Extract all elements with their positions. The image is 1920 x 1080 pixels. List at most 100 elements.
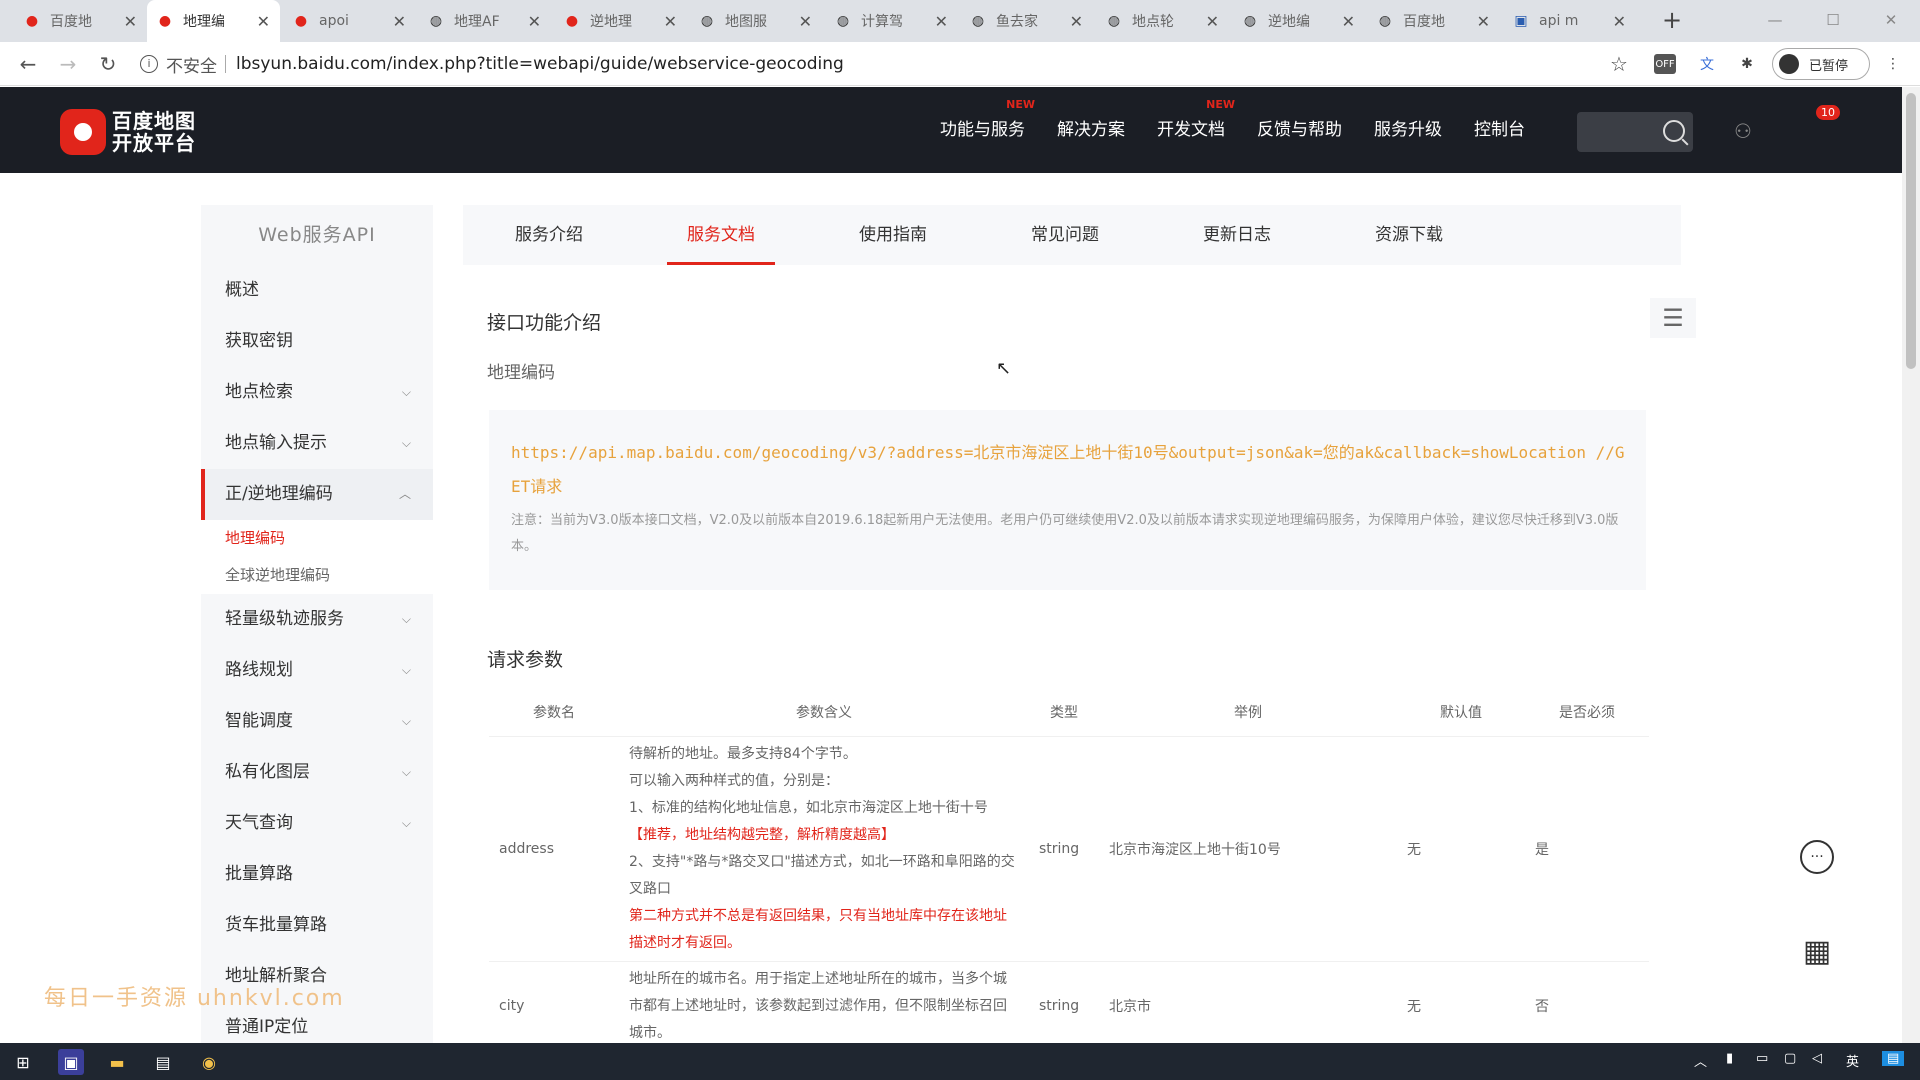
- close-tab-icon[interactable]: ✕: [799, 12, 812, 31]
- tab-title: 地理AF: [454, 14, 500, 30]
- sidebar-subitem[interactable]: 全球逆地理编码: [201, 557, 433, 594]
- close-tab-icon[interactable]: ✕: [393, 12, 406, 31]
- chevron-down-icon: ⌵: [401, 663, 411, 677]
- sidebar-item[interactable]: 地点检索 ⌵: [201, 367, 433, 418]
- browser-tab[interactable]: ◍ 地点轮 ✕: [1096, 0, 1229, 42]
- sidebar-item[interactable]: 获取密钥: [201, 316, 433, 367]
- baidu-map-logo[interactable]: 百度地图 开放平台: [60, 109, 196, 155]
- content-tab[interactable]: 服务文档: [635, 205, 807, 265]
- content-tab[interactable]: 常见问题: [979, 205, 1151, 265]
- content-tab[interactable]: 使用指南: [807, 205, 979, 265]
- version-note: 注意：当前为V3.0版本接口文档，V2.0及以前版本自2019.6.18起新用户…: [511, 513, 1619, 554]
- globe-icon: ◍: [1378, 13, 1392, 29]
- tray-network-icon[interactable]: ▢: [1784, 1051, 1796, 1066]
- content-tab[interactable]: 更新日志: [1151, 205, 1323, 265]
- tray-chevron-icon[interactable]: ︿: [1694, 1051, 1707, 1070]
- browser-tab[interactable]: ▣ api m ✕: [1503, 0, 1636, 42]
- close-tab-icon[interactable]: ✕: [664, 12, 677, 31]
- new-badge: NEW: [1006, 98, 1035, 111]
- content-tab[interactable]: 服务介绍: [463, 205, 635, 265]
- browser-tab[interactable]: ◍ 逆地编 ✕: [1232, 0, 1365, 42]
- sidebar-item[interactable]: 货车批量算路: [201, 900, 433, 951]
- sidebar-subitem[interactable]: 地理编码: [201, 520, 433, 557]
- nav-item[interactable]: 开发文档 NEW: [1157, 87, 1235, 173]
- tray-battery-icon[interactable]: ▭: [1756, 1051, 1768, 1066]
- sidebar-item[interactable]: 天气查询 ⌵: [201, 798, 433, 849]
- content-tab[interactable]: 资源下载: [1323, 205, 1495, 265]
- close-tab-icon[interactable]: ✕: [528, 12, 541, 31]
- sidebar-item[interactable]: 地点输入提示 ⌵: [201, 418, 433, 469]
- browser-tab[interactable]: ● apoi ✕: [283, 0, 416, 42]
- close-tab-icon[interactable]: ✕: [124, 12, 137, 31]
- tray-ime-icon[interactable]: 英: [1846, 1051, 1859, 1070]
- translate-icon[interactable]: 文: [1694, 52, 1720, 76]
- windows-start-icon[interactable]: ⊞: [10, 1049, 36, 1075]
- browser-tab[interactable]: ◍ 地理AF ✕: [418, 0, 551, 42]
- close-tab-icon[interactable]: ✕: [257, 12, 270, 31]
- extension-off-icon[interactable]: OFF: [1654, 54, 1676, 74]
- forward-icon[interactable]: →: [54, 50, 82, 78]
- notification-badge[interactable]: 10: [1816, 105, 1840, 120]
- extensions-puzzle-icon[interactable]: ✱: [1734, 52, 1760, 76]
- close-tab-icon[interactable]: ✕: [1342, 12, 1355, 31]
- sidebar-item[interactable]: 私有化图层 ⌵: [201, 747, 433, 798]
- chevron-down-icon: ⌵: [401, 714, 411, 728]
- close-window-icon[interactable]: ✕: [1868, 0, 1914, 42]
- maximize-icon[interactable]: ☐: [1810, 0, 1856, 42]
- toc-toggle-icon[interactable]: ☰: [1650, 298, 1696, 338]
- site-search-input[interactable]: [1577, 112, 1693, 152]
- close-tab-icon[interactable]: ✕: [1070, 12, 1083, 31]
- close-tab-icon[interactable]: ✕: [1477, 12, 1490, 31]
- new-tab-button[interactable]: +: [1657, 6, 1687, 36]
- param-default: 无: [1397, 735, 1525, 961]
- browser-tab[interactable]: ◍ 地图服 ✕: [689, 0, 822, 42]
- baidu-map-pin-icon: ●: [294, 13, 308, 29]
- close-tab-icon[interactable]: ✕: [1613, 12, 1626, 31]
- close-tab-icon[interactable]: ✕: [935, 12, 948, 31]
- tray-notification-icon[interactable]: ▤: [1882, 1051, 1905, 1066]
- nav-item[interactable]: 控制台: [1474, 87, 1525, 173]
- close-tab-icon[interactable]: ✕: [1206, 12, 1219, 31]
- sidebar-item[interactable]: 概述: [201, 265, 433, 316]
- search-icon[interactable]: [1663, 120, 1685, 142]
- tab-title: 百度地: [1403, 14, 1445, 30]
- info-icon[interactable]: i: [140, 55, 158, 73]
- reload-icon[interactable]: ↻: [94, 50, 122, 78]
- browser-tab[interactable]: ◍ 百度地 ✕: [1367, 0, 1500, 42]
- sidebar-item[interactable]: 轻量级轨迹服务 ⌵: [201, 594, 433, 645]
- browser-tab[interactable]: ● 地理编 ✕: [147, 0, 280, 42]
- profile-button[interactable]: 已暂停: [1772, 48, 1870, 80]
- browser-tab[interactable]: ◍ 鱼去家 ✕: [960, 0, 1093, 42]
- ide-app-icon[interactable]: ▣: [58, 1049, 84, 1075]
- nav-item[interactable]: 功能与服务 NEW: [940, 87, 1035, 173]
- sidebar-item[interactable]: 智能调度 ⌵: [201, 696, 433, 747]
- nav-item[interactable]: 反馈与帮助: [1257, 87, 1342, 173]
- minimize-icon[interactable]: —: [1752, 0, 1798, 42]
- nav-item[interactable]: 服务升级: [1374, 87, 1442, 173]
- table-row: city 地址所在的城市名。用于指定上述地址所在的城市，当多个城市都有上述地址时…: [489, 960, 1649, 1051]
- browser-tab[interactable]: ● 百度地 ✕: [14, 0, 147, 42]
- document-app-icon[interactable]: ▤: [150, 1049, 176, 1075]
- sidebar-item[interactable]: 正/逆地理编码 ︿: [201, 469, 433, 520]
- bookmark-star-icon[interactable]: ☆: [1606, 52, 1632, 76]
- baidu-map-pin-icon: ●: [565, 13, 579, 29]
- nav-item[interactable]: 解决方案: [1057, 87, 1125, 173]
- back-icon[interactable]: ←: [14, 50, 42, 78]
- main-nav: 功能与服务 NEW 解决方案 开发文档 NEW 反馈与帮助 服务升级 控制台: [940, 87, 1557, 173]
- sidebar-item[interactable]: 路线规划 ⌵: [201, 645, 433, 696]
- url-text[interactable]: lbsyun.baidu.com/index.php?title=webapi/…: [236, 54, 844, 74]
- scrollbar-thumb[interactable]: [1906, 93, 1916, 369]
- file-explorer-icon[interactable]: ▬: [104, 1049, 130, 1075]
- chrome-app-icon[interactable]: ◉: [196, 1049, 222, 1075]
- omnibox[interactable]: i 不安全 lbsyun.baidu.com/index.php?title=w…: [140, 48, 1630, 80]
- browser-tab[interactable]: ● 逆地理 ✕: [554, 0, 687, 42]
- chat-bubble-icon[interactable]: ···: [1800, 840, 1834, 874]
- tray-mic-icon[interactable]: ▮: [1726, 1051, 1733, 1066]
- sidebar-item[interactable]: 批量算路: [201, 849, 433, 900]
- menu-kebab-icon[interactable]: ⋮: [1880, 52, 1906, 76]
- user-icon[interactable]: ⚇: [1734, 119, 1756, 143]
- page-scrollbar[interactable]: [1902, 87, 1920, 1043]
- tray-volume-icon[interactable]: ◁: [1812, 1051, 1822, 1066]
- qr-code-icon[interactable]: ▦: [1798, 932, 1836, 970]
- browser-tab[interactable]: ◍ 计算驾 ✕: [825, 0, 958, 42]
